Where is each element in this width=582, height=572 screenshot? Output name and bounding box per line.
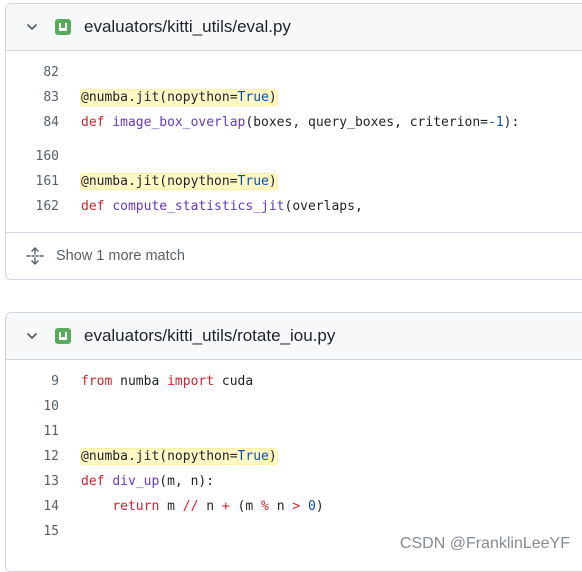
code-token: ) [315,499,324,514]
code-text: @numba.jit(nopython=True) [81,449,277,464]
expand-arrows-icon [26,247,44,265]
code-token: numba [112,374,168,389]
chevron-down-icon[interactable] [24,328,40,344]
code-token: m [159,499,183,514]
show-more-matches-button[interactable]: Show 1 more match [6,232,582,279]
code-snippet: 9 from numba import cuda 10 11 12 @numba.jit(… [6,360,582,544]
code-token: True [237,449,269,464]
line-number: 13 [43,474,59,489]
code-line[interactable]: 14 return m // n + (m % n > 0) [6,494,582,519]
line-number: 162 [35,199,59,214]
code-token: ): [503,115,520,130]
file-header[interactable]: evaluators/kitti_utils/rotate_iou.py [6,313,582,360]
line-number: 15 [43,524,59,539]
code-token: + [221,499,230,514]
code-line[interactable]: 12 @numba.jit(nopython=True) [6,444,582,469]
code-token: n [268,499,293,514]
file-path-link[interactable]: evaluators/kitti_utils/eval.py [84,17,291,37]
code-token: def [81,474,105,489]
code-token: import [167,374,215,389]
code-text: def div_up(m, n): [81,474,214,489]
chevron-down-icon[interactable] [24,19,40,35]
file-path-link[interactable]: evaluators/kitti_utils/rotate_iou.py [84,326,335,346]
code-token: compute_statistics_jit [112,199,285,214]
code-line[interactable]: 83 @numba.jit(nopython=True) [6,85,582,110]
show-more-matches-label: Show 1 more match [56,248,185,264]
line-number: 12 [43,449,59,464]
code-token: 0 [308,499,316,514]
code-text: @numba.jit(nopython=True) [81,90,277,105]
code-text: @numba.jit(nopython=True) [81,174,277,189]
code-line[interactable]: 9 from numba import cuda [6,369,582,394]
code-token: def [81,199,105,214]
code-token: ) [268,174,277,189]
code-line[interactable]: 13 def div_up(m, n): [6,469,582,494]
code-line[interactable]: 84 def image_box_overlap(boxes, query_box… [6,110,582,135]
code-snippet: 82 83 @numba.jit(nopython=True) 84 def image… [6,51,582,219]
code-token: return [112,499,160,514]
code-token: cuda [214,374,254,389]
code-token: ) [268,90,277,105]
line-number: 14 [43,499,59,514]
code-line[interactable]: 10 [6,394,582,419]
code-token: % [261,499,269,514]
code-token: (m [229,499,262,514]
code-token: -1 [488,115,504,130]
code-block: 82 83 @numba.jit(nopython=True) 84 def image… [6,60,582,135]
file-type-icon [54,327,72,345]
code-token: image_box_overlap [112,115,246,130]
code-text: def image_box_overlap(boxes, query_boxes… [81,115,519,130]
search-result-card: evaluators/kitti_utils/rotate_iou.py 9 fr… [5,312,582,572]
watermark: CSDN @FranklinLeeYF [399,535,570,552]
code-token: (boxes, query_boxes, criterion= [245,115,489,130]
line-number: 160 [35,149,59,164]
code-block: 160 161 @numba.jit(nopython=True) 162 def co… [6,144,582,219]
file-header[interactable]: evaluators/kitti_utils/eval.py [6,4,582,51]
code-token: div_up [112,474,160,489]
code-line[interactable]: 82 [6,60,582,85]
code-block: 9 from numba import cuda 10 11 12 @numba.jit(… [6,369,582,544]
code-line[interactable]: 11 [6,419,582,444]
code-text: def compute_statistics_jit(overlaps, [81,199,363,214]
code-token: True [237,174,269,189]
code-text: return m // n + (m % n > 0) [81,499,324,514]
code-token: def [81,115,105,130]
line-number: 9 [51,374,59,389]
code-token: > [292,499,301,514]
code-line[interactable]: 160 [6,144,582,169]
line-number: 83 [43,90,59,105]
code-line[interactable]: 162 def compute_statistics_jit(overlaps, [6,194,582,219]
code-token: from [81,374,113,389]
code-token: @numba.jit(nopython= [81,174,238,189]
code-text: from numba import cuda [81,374,253,389]
line-number: 11 [43,424,59,439]
code-token: @numba.jit(nopython= [81,449,238,464]
code-token: (overlaps, [284,199,363,214]
search-result-card: evaluators/kitti_utils/eval.py 82 83 @numb… [5,3,582,280]
line-number: 84 [43,115,59,130]
file-type-icon [54,18,72,36]
code-token: (m, n): [159,474,215,489]
line-number: 161 [35,174,59,189]
line-number: 82 [43,65,59,80]
code-token: n [198,499,222,514]
line-number: 10 [43,399,59,414]
code-token: @numba.jit(nopython= [81,90,238,105]
code-line[interactable]: 161 @numba.jit(nopython=True) [6,169,582,194]
code-token: // [182,499,199,514]
code-token: ) [268,449,277,464]
code-token: True [237,90,269,105]
